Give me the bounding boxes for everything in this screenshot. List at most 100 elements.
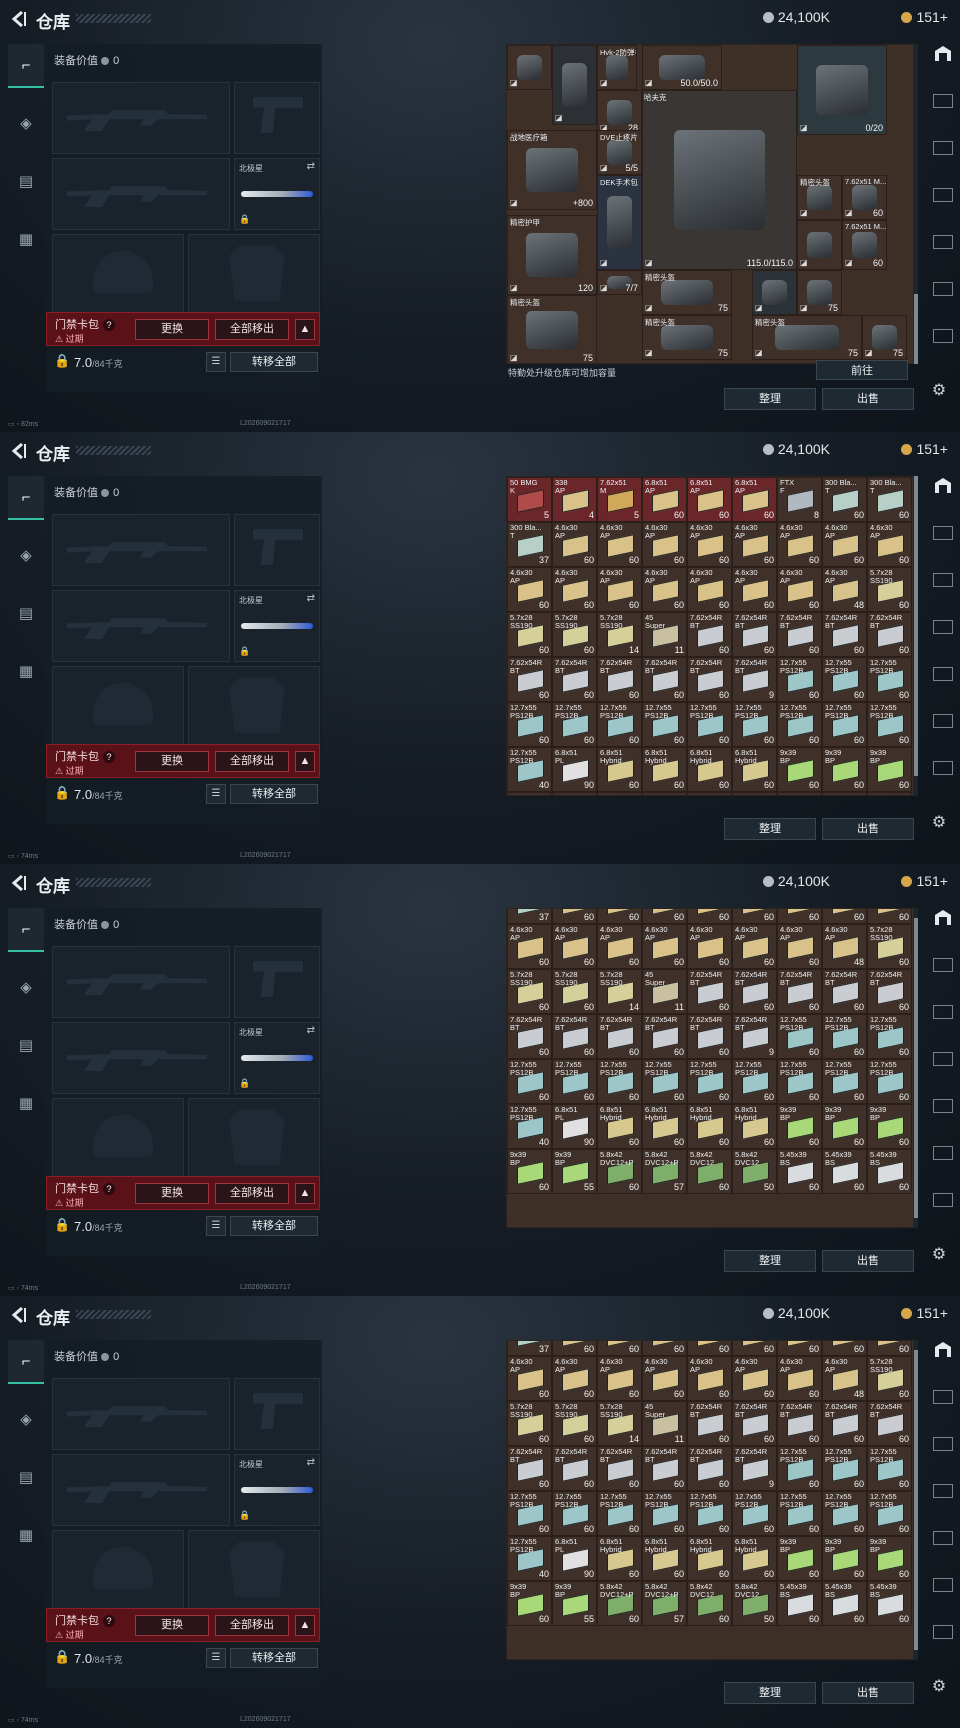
ammo-cell[interactable]: 6.8x51 Hybrid 60 <box>732 747 777 792</box>
ammo-cell[interactable]: 4.6x30 AP60 <box>732 909 777 924</box>
ammo-cell[interactable]: 5.8x42 DVC1250 <box>732 1149 777 1194</box>
ammo-cell[interactable]: 5.8x42 DVC1250 <box>732 792 777 795</box>
warehouse-tab-icon[interactable] <box>932 138 954 158</box>
warehouse-tab-icon[interactable] <box>932 1190 954 1210</box>
ammo-cell[interactable]: 7.62x54R BT 60 <box>732 1401 777 1446</box>
ammo-cell[interactable]: FTX F 8 <box>777 477 822 522</box>
list-icon[interactable]: ☰ <box>206 784 226 804</box>
helmet-slot[interactable] <box>52 666 184 750</box>
ammo-cell[interactable]: 12.7x55 PS12B 60 <box>822 1059 867 1104</box>
secondary-weapon-slot[interactable] <box>52 158 230 230</box>
warehouse-tab-icon[interactable] <box>932 617 954 637</box>
ammo-cell[interactable]: 12.7x55 PS12B 60 <box>777 1446 822 1491</box>
ammo-cell[interactable]: 12.7x55 PS12B 60 <box>687 1491 732 1536</box>
ammo-cell[interactable]: 7.62x54R BT 60 <box>597 1446 642 1491</box>
ammo-cell[interactable]: 4.6x30 AP60 <box>552 1341 597 1356</box>
chevron-up-icon[interactable]: ▲ <box>295 319 315 340</box>
ammo-cell[interactable]: 5.8x42 DVC12+P 60 <box>597 1149 642 1194</box>
warehouse-tab-icon[interactable] <box>932 1387 954 1407</box>
case-icon[interactable]: ▦ <box>8 650 44 694</box>
primary-weapon-slot[interactable] <box>52 1378 230 1450</box>
ammo-cell[interactable]: 12.7x55 PS12B 60 <box>732 1491 777 1536</box>
ammo-cell[interactable]: 4.6x30 AP60 <box>687 924 732 969</box>
sell-button[interactable]: 出售 <box>822 1682 914 1704</box>
ammo-cell[interactable]: 7.62x54R BT 60 <box>867 612 912 657</box>
ammo-cell[interactable]: 4.6x30 AP60 <box>507 567 552 612</box>
help-icon[interactable]: ? <box>103 1615 115 1627</box>
ammo-cell[interactable]: 4.6x30 AP60 <box>732 522 777 567</box>
melee-slot[interactable]: 北极星 ⇄ 🔒 <box>234 158 320 230</box>
ammo-cell[interactable]: 45 Super 11 <box>642 612 687 657</box>
ammo-cell[interactable]: 4.6x30 AP60 <box>687 522 732 567</box>
secondary-weapon-slot[interactable] <box>52 590 230 662</box>
ammo-cell[interactable]: 5.7x28 SS190 14 <box>597 612 642 657</box>
ammo-cell[interactable]: 12.7x55 PS12B 60 <box>507 1491 552 1536</box>
ammo-cell[interactable]: 6.8x51 Hybrid 60 <box>642 1104 687 1149</box>
ammo-cell[interactable]: 6.8x51 Hybrid 60 <box>687 1104 732 1149</box>
pistol-icon[interactable]: ⌐ <box>8 476 44 520</box>
helmet-slot[interactable] <box>52 1098 184 1182</box>
inventory-item[interactable]: ◪ <box>797 220 842 270</box>
inventory-scrollbar[interactable] <box>914 44 918 364</box>
backpack-icon[interactable]: ▤ <box>8 1024 44 1068</box>
ammo-cell[interactable]: 4.6x30 AP60 <box>687 1356 732 1401</box>
ammo-cell[interactable]: 5.45x39 BS60 <box>867 1149 912 1194</box>
secondary-weapon-slot[interactable] <box>52 1022 230 1094</box>
replace-button[interactable]: 更换 <box>135 751 209 772</box>
ammo-cell[interactable]: 5.45x39 BS60 <box>867 792 912 795</box>
ammo-cell[interactable]: 4.6x30 AP60 <box>822 1341 867 1356</box>
ammo-cell[interactable]: 12.7x55 PS12B 60 <box>642 702 687 747</box>
ammo-cell[interactable]: 4.6x30 AP60 <box>822 522 867 567</box>
scroll-thumb[interactable] <box>914 476 918 776</box>
pistol-slot[interactable] <box>234 514 320 586</box>
case-icon[interactable]: ▦ <box>8 1082 44 1126</box>
inventory-item[interactable]: ◪ <box>552 45 597 125</box>
ammo-cell[interactable]: 5.7x28 SS190 60 <box>507 612 552 657</box>
back-arrow-icon[interactable] <box>10 9 28 29</box>
ammo-cell[interactable]: 7.62x54R BT 60 <box>597 1014 642 1059</box>
ammo-cell[interactable]: 6.8x51 AP 60 <box>687 477 732 522</box>
inventory-item[interactable]: 精密头盔 75 ◪ <box>642 315 732 360</box>
ammo-cell[interactable]: 9x39 BP 60 <box>507 1149 552 1194</box>
warehouse-tab-icon[interactable] <box>932 1622 954 1642</box>
ammo-cell[interactable]: 7.62x54R BT 9 <box>732 657 777 702</box>
ammo-cell[interactable]: 7.62x54R BT 60 <box>552 657 597 702</box>
armor-slot[interactable] <box>188 1098 320 1182</box>
ammo-cell[interactable]: 12.7x55 PS12B 60 <box>822 1446 867 1491</box>
transfer-all-button[interactable]: 转移全部 <box>230 784 318 804</box>
ammo-cell[interactable]: 7.62x51 M 5 <box>597 477 642 522</box>
ammo-cell[interactable]: 9x39 BP55 <box>552 792 597 795</box>
ammo-cell[interactable]: 6.8x51 AP 60 <box>732 477 777 522</box>
warehouse-tab-icon[interactable] <box>932 44 954 64</box>
ammo-cell[interactable]: 5.8x42 DVC1260 <box>687 1149 732 1194</box>
ammo-cell[interactable]: 12.7x55 PS12B 60 <box>867 1446 912 1491</box>
ammo-cell[interactable]: 4.6x30 AP60 <box>687 909 732 924</box>
ammo-cell[interactable]: 4.6x30 AP60 <box>732 567 777 612</box>
warehouse-tab-icon[interactable] <box>932 476 954 496</box>
ammo-cell[interactable]: 12.7x55 PS12B 60 <box>777 702 822 747</box>
ammo-cell[interactable]: 6.8x51 Hybrid 60 <box>642 747 687 792</box>
help-icon[interactable]: ? <box>103 1183 115 1195</box>
ammo-cell[interactable]: 6.8x51 Hybrid 60 <box>597 1536 642 1581</box>
replace-button[interactable]: 更换 <box>135 319 209 340</box>
ammo-cell[interactable]: 5.7x28 SS190 60 <box>552 612 597 657</box>
pistol-icon[interactable]: ⌐ <box>8 44 44 88</box>
ammo-cell[interactable]: 12.7x55 PS12B 60 <box>642 1059 687 1104</box>
ammo-cell[interactable]: 12.7x55 PS12B 60 <box>777 1491 822 1536</box>
ammo-cell[interactable]: 4.6x30 AP60 <box>597 522 642 567</box>
vest-icon[interactable]: ◈ <box>8 102 44 146</box>
ammo-cell[interactable]: 5.7x28 SS190 60 <box>867 924 912 969</box>
ammo-cell[interactable]: 6.8x51 Hybrid 60 <box>642 1536 687 1581</box>
gear-icon[interactable]: ⚙ <box>930 1676 948 1695</box>
ammo-cell[interactable]: 4.6x30 AP60 <box>642 1356 687 1401</box>
ammo-cell[interactable]: 12.7x55 PS12B 60 <box>552 1059 597 1104</box>
ammo-cell[interactable]: 12.7x55 PS12B 60 <box>732 1059 777 1104</box>
ammo-cell[interactable]: 12.7x55 PS12B 60 <box>597 1491 642 1536</box>
ammo-cell[interactable]: 5.8x42 DVC1260 <box>687 792 732 795</box>
ammo-cell[interactable]: 9x39 BP55 <box>552 1149 597 1194</box>
inventory-item[interactable]: ◪ <box>507 45 552 90</box>
warehouse-tab-icon[interactable] <box>932 326 954 346</box>
ammo-cell[interactable]: 7.62x54R BT 60 <box>597 657 642 702</box>
ammo-cell[interactable]: 4.6x30 AP60 <box>867 522 912 567</box>
warehouse-tab-icon[interactable] <box>932 523 954 543</box>
